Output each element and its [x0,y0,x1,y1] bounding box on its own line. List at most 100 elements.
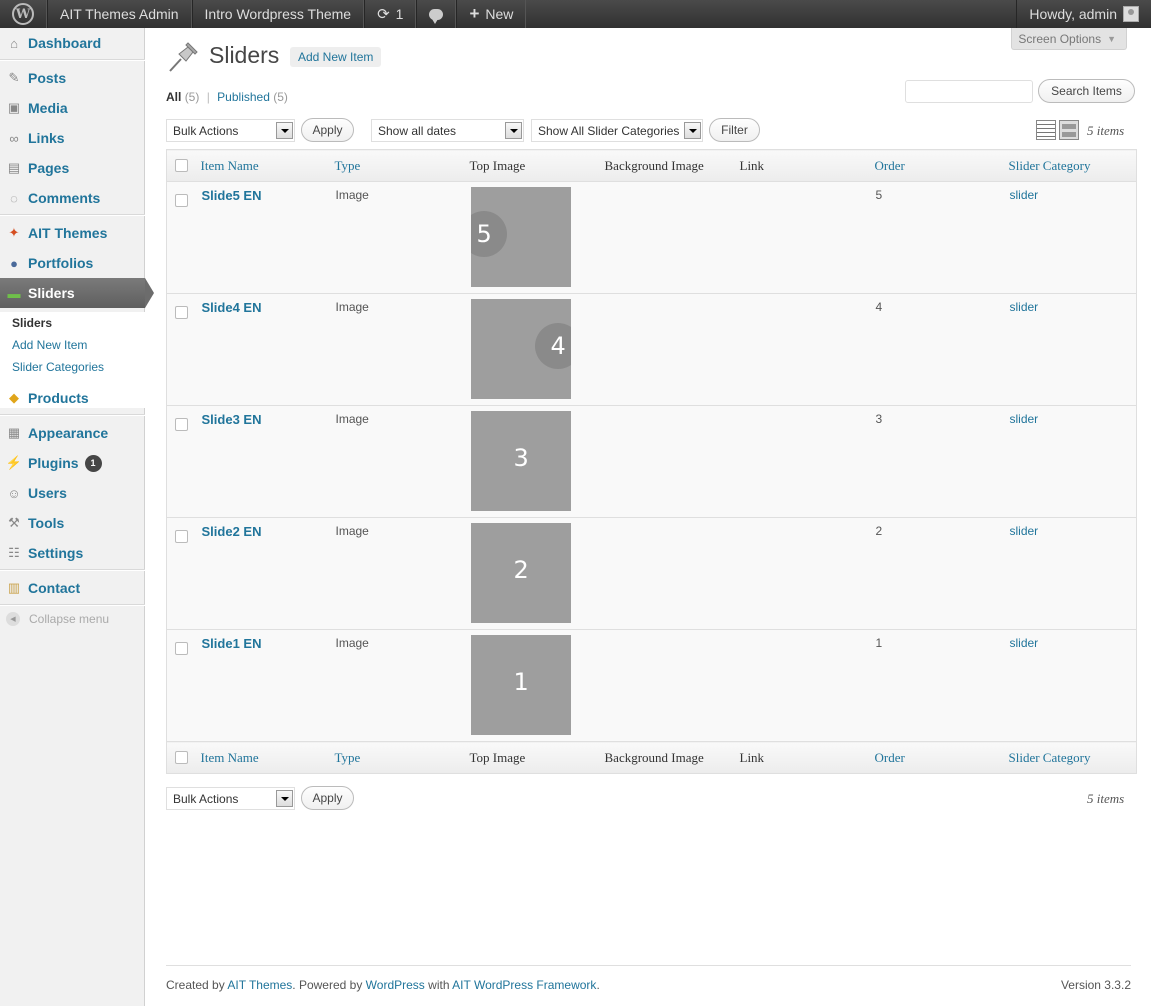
theme-link[interactable]: Intro Wordpress Theme [191,0,365,28]
wordpress-link[interactable]: WordPress [366,978,425,992]
menu-contact[interactable]: ▥ Contact [0,573,145,603]
submenu-slider-categories[interactable]: Slider Categories [12,360,104,374]
col-order[interactable]: Order [874,149,1009,182]
wp-logo-button[interactable]: W [0,0,47,28]
row-title-link[interactable]: Slide2 EN [202,524,262,539]
row-type: Image [334,517,470,630]
col-slider-category[interactable]: Slider Category [1008,741,1137,774]
col-slider-category[interactable]: Slider Category [1008,149,1137,182]
col-type[interactable]: Type [334,149,470,182]
pages-icon: ▤ [7,160,21,175]
my-account-button[interactable]: Howdy, admin [1016,0,1151,28]
row-title-link[interactable]: Slide1 EN [202,636,262,651]
search-items-button[interactable]: Search Items [1038,79,1135,103]
row-category-link[interactable]: slider [1010,524,1039,538]
contact-icon: ▥ [7,580,21,595]
col-type[interactable]: Type [334,741,470,774]
view-all-count: (5) [184,90,200,104]
excerpt-view-icon[interactable] [1059,120,1079,140]
menu-separator [0,414,145,416]
admin-bar: W AIT Themes Admin Intro Wordpress Theme… [0,0,1151,28]
row-type: Image [334,181,470,294]
view-published-link[interactable]: Published [217,90,270,104]
menu-users-label: Users [28,485,67,501]
menu-settings[interactable]: ☷ Settings [0,538,145,568]
menu-dashboard[interactable]: ⌂ Dashboard [0,28,145,58]
bulk-actions-value: Bulk Actions [173,791,239,806]
row-checkbox[interactable] [175,418,188,431]
menu-portfolios[interactable]: ● Portfolios [0,248,145,278]
house-icon: ⌂ [10,35,18,51]
add-new-item-button[interactable]: Add New Item [290,47,382,67]
new-content-button[interactable]: + New [456,0,527,28]
menu-links-label: Links [28,130,65,146]
row-type: Image [334,293,470,406]
plugins-update-badge: 1 [84,454,102,472]
menu-pages[interactable]: ▤ Pages [0,153,145,183]
wordpress-logo-icon: W [12,3,34,25]
menu-users[interactable]: ☺ Users [0,478,145,508]
ait-themes-link[interactable]: AIT Themes [227,978,292,992]
menu-ait-themes[interactable]: ✦ AIT Themes [0,218,145,248]
site-name-link[interactable]: AIT Themes Admin [47,0,192,28]
col-item-name[interactable]: Item Name [200,149,335,182]
comments-button[interactable] [416,0,457,28]
bulk-actions-select-bottom[interactable]: Bulk Actions [166,787,295,810]
menu-plugins[interactable]: ⚡ Plugins 1 [0,448,145,478]
ait-framework-link[interactable]: AIT WordPress Framework [452,978,596,992]
search-input[interactable] [905,80,1033,103]
select-all-checkbox[interactable] [175,750,188,764]
menu-comments[interactable]: ◌ Comments [0,183,145,213]
select-all-checkbox[interactable] [175,158,188,172]
submenu-add-new-item[interactable]: Add New Item [12,338,87,352]
row-category-link[interactable]: slider [1010,636,1039,650]
row-background-image [604,517,740,630]
menu-tools[interactable]: ⚒ Tools [0,508,145,538]
menu-products[interactable]: ◆ Products [0,383,145,413]
appearance-icon: ▦ [7,425,21,440]
slider-category-filter-select[interactable]: Show All Slider Categories [531,119,703,142]
row-category-link[interactable]: slider [1010,188,1039,202]
menu-posts[interactable]: ✎ Posts [0,63,145,93]
apply-button-bottom[interactable]: Apply [301,786,354,810]
list-view-icon[interactable] [1036,120,1056,140]
row-title-link[interactable]: Slide3 EN [202,412,262,427]
screen-options-button[interactable]: Screen Options ▼ [1011,28,1127,50]
submenu-sliders[interactable]: Sliders [12,316,52,330]
row-checkbox[interactable] [175,530,188,543]
collapse-menu-button[interactable]: ◀ Collapse menu [6,612,109,626]
row-checkbox[interactable] [175,642,188,655]
row-link [739,517,875,630]
apply-button[interactable]: Apply [301,118,354,142]
row-title-link[interactable]: Slide4 EN [202,300,262,315]
menu-sliders[interactable]: ▬ Sliders [0,278,154,308]
main-content: Screen Options ▼ Sliders Add New Item Al… [146,28,1151,1006]
menu-separator [0,59,145,61]
row-order: 1 [874,629,1009,742]
row-title-link[interactable]: Slide5 EN [202,188,262,203]
col-order[interactable]: Order [874,741,1009,774]
col-item-name[interactable]: Item Name [200,741,335,774]
row-category-link[interactable]: slider [1010,412,1039,426]
menu-appearance[interactable]: ▦ Appearance [0,418,145,448]
items-count-bottom: 5 items [1087,791,1125,806]
bulk-actions-value: Bulk Actions [173,123,239,138]
footer-text: . [596,978,600,992]
row-checkbox[interactable] [175,306,188,319]
caret-down-icon: ▼ [1107,33,1116,44]
footer-text: . Powered by [292,978,366,992]
row-checkbox[interactable] [175,194,188,207]
table-row: Slide5 EN Image 5 5 slider [166,181,1137,294]
menu-media[interactable]: ▣ Media [0,93,145,123]
avatar [1123,6,1139,22]
dates-filter-select[interactable]: Show all dates [371,119,524,142]
bulk-actions-select[interactable]: Bulk Actions [166,119,295,142]
view-all-link[interactable]: All [166,90,181,104]
sliders-icon: ▬ [7,285,21,301]
col-background-image: Background Image [604,149,740,182]
menu-comments-label: Comments [28,190,101,206]
menu-links[interactable]: ∞ Links [0,123,145,153]
updates-button[interactable]: ⟳ 1 [364,0,417,28]
row-category-link[interactable]: slider [1010,300,1039,314]
filter-button[interactable]: Filter [709,118,760,142]
